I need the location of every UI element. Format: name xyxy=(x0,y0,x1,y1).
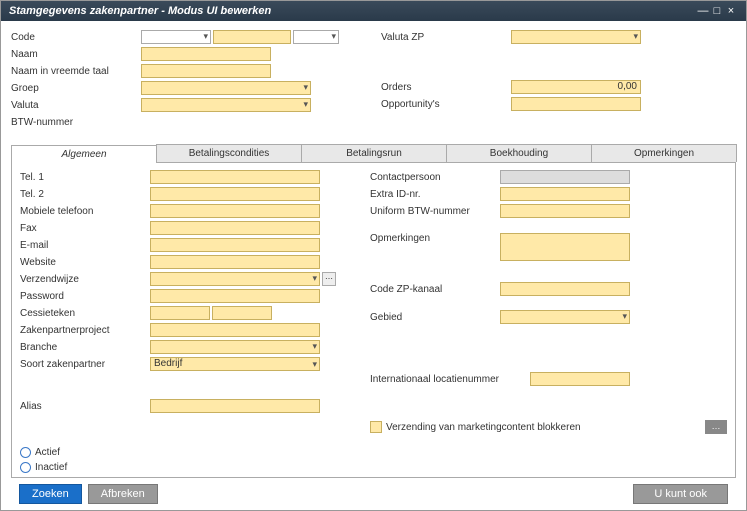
marketing-block-more-button[interactable]: … xyxy=(705,420,727,434)
code-type-select[interactable] xyxy=(141,30,211,44)
maximize-icon[interactable]: □ xyxy=(710,5,724,17)
naam-input[interactable] xyxy=(141,47,271,61)
fax-input[interactable] xyxy=(150,221,320,235)
label-zakenpartnerproject: Zakenpartnerproject xyxy=(20,325,150,336)
status-radio-group: Actief Inactief Geavanceerd xyxy=(20,445,727,478)
window-title: Stamgegevens zakenpartner - Modus UI bew… xyxy=(9,5,271,17)
gebied-select[interactable] xyxy=(500,310,630,324)
tab-boekhouding[interactable]: Boekhouding xyxy=(446,144,592,162)
label-valuta-zp: Valuta ZP xyxy=(381,32,511,43)
label-branche: Branche xyxy=(20,342,150,353)
password-input[interactable] xyxy=(150,289,320,303)
radio-actief[interactable] xyxy=(20,447,31,458)
tab-algemeen[interactable]: Algemeen xyxy=(11,145,157,163)
cessieteken-input-2[interactable] xyxy=(212,306,272,320)
label-orders: Orders xyxy=(381,82,511,93)
tab-opmerkingen[interactable]: Opmerkingen xyxy=(591,144,737,162)
code-input[interactable] xyxy=(213,30,291,44)
label-gebied: Gebied xyxy=(370,312,500,323)
content-area: Code Naam Naam in vreemde taal Groep xyxy=(1,21,746,510)
label-code-zp-kanaal: Code ZP-kanaal xyxy=(370,284,500,295)
zoeken-button[interactable]: Zoeken xyxy=(19,484,82,504)
label-intl-locatie: Internationaal locatienummer xyxy=(370,374,530,385)
minimize-icon[interactable]: — xyxy=(696,5,710,17)
titlebar: Stamgegevens zakenpartner - Modus UI bew… xyxy=(1,1,746,21)
label-naam-vreemde: Naam in vreemde taal xyxy=(11,66,141,77)
label-password: Password xyxy=(20,291,150,302)
branche-select[interactable] xyxy=(150,340,320,354)
opportunitys-value xyxy=(511,97,641,111)
label-uniform-btw: Uniform BTW-nummer xyxy=(370,206,500,217)
groep-select[interactable] xyxy=(141,81,311,95)
intl-locatie-input[interactable] xyxy=(530,372,630,386)
orders-value: 0,00 xyxy=(511,80,641,94)
label-tel2: Tel. 2 xyxy=(20,189,150,200)
label-naam: Naam xyxy=(11,49,141,60)
label-website: Website xyxy=(20,257,150,268)
label-btw: BTW-nummer xyxy=(11,117,141,128)
code-extra-select[interactable] xyxy=(293,30,339,44)
website-input[interactable] xyxy=(150,255,320,269)
tab-strip: Algemeen Betalingscondities Betalingsrun… xyxy=(11,144,736,163)
tel1-input[interactable] xyxy=(150,170,320,184)
uniform-btw-input[interactable] xyxy=(500,204,630,218)
label-opmerkingen-field: Opmerkingen xyxy=(370,233,500,244)
extra-id-input[interactable] xyxy=(500,187,630,201)
label-verzendwijze: Verzendwijze xyxy=(20,274,150,285)
afbreken-button[interactable]: Afbreken xyxy=(88,484,158,504)
label-cessieteken: Cessieteken xyxy=(20,308,150,319)
label-groep: Groep xyxy=(11,83,141,94)
tab-betalingscondities[interactable]: Betalingscondities xyxy=(156,144,302,162)
alias-input[interactable] xyxy=(150,399,320,413)
valuta-zp-select[interactable] xyxy=(511,30,641,44)
contactpersoon-input[interactable] xyxy=(500,170,630,184)
label-actief: Actief xyxy=(35,447,60,458)
header-form: Code Naam Naam in vreemde taal Groep xyxy=(11,29,736,130)
bottom-bar: Zoeken Afbreken U kunt ook xyxy=(11,478,736,510)
naam-vreemde-input[interactable] xyxy=(141,64,271,78)
valuta-select[interactable] xyxy=(141,98,311,112)
label-email: E-mail xyxy=(20,240,150,251)
zakenpartnerproject-input[interactable] xyxy=(150,323,320,337)
label-extra-id: Extra ID-nr. xyxy=(370,189,500,200)
opmerkingen-textarea[interactable] xyxy=(500,233,630,261)
label-opportunitys: Opportunity's xyxy=(381,99,511,110)
soort-zp-select[interactable]: Bedrijf xyxy=(150,357,320,371)
label-contactpersoon: Contactpersoon xyxy=(370,172,500,183)
verzendwijze-select[interactable] xyxy=(150,272,320,286)
tab-body-algemeen: Tel. 1 Tel. 2 Mobiele telefoon Fax E-mai… xyxy=(11,163,736,478)
tab-betalingsrun[interactable]: Betalingsrun xyxy=(301,144,447,162)
close-icon[interactable]: × xyxy=(724,5,738,17)
label-valuta: Valuta xyxy=(11,100,141,111)
ukuntook-button[interactable]: U kunt ook xyxy=(633,484,728,504)
label-code: Code xyxy=(11,32,141,43)
label-soort-zp: Soort zakenpartner xyxy=(20,359,150,370)
window-root: Stamgegevens zakenpartner - Modus UI bew… xyxy=(0,0,747,511)
label-inactief: Inactief xyxy=(35,462,67,473)
verzendwijze-pick-icon[interactable]: ⋯ xyxy=(322,272,336,286)
tel2-input[interactable] xyxy=(150,187,320,201)
radio-inactief[interactable] xyxy=(20,462,31,473)
label-marketing-block: Verzending van marketingcontent blokkere… xyxy=(386,422,581,433)
cessieteken-input-1[interactable] xyxy=(150,306,210,320)
mobiel-input[interactable] xyxy=(150,204,320,218)
code-zp-kanaal-input[interactable] xyxy=(500,282,630,296)
label-alias: Alias xyxy=(20,401,150,412)
soort-zp-value: Bedrijf xyxy=(154,358,182,369)
email-input[interactable] xyxy=(150,238,320,252)
label-tel1: Tel. 1 xyxy=(20,172,150,183)
marketing-block-checkbox[interactable] xyxy=(370,421,382,433)
label-fax: Fax xyxy=(20,223,150,234)
label-mobiel: Mobiele telefoon xyxy=(20,206,150,217)
